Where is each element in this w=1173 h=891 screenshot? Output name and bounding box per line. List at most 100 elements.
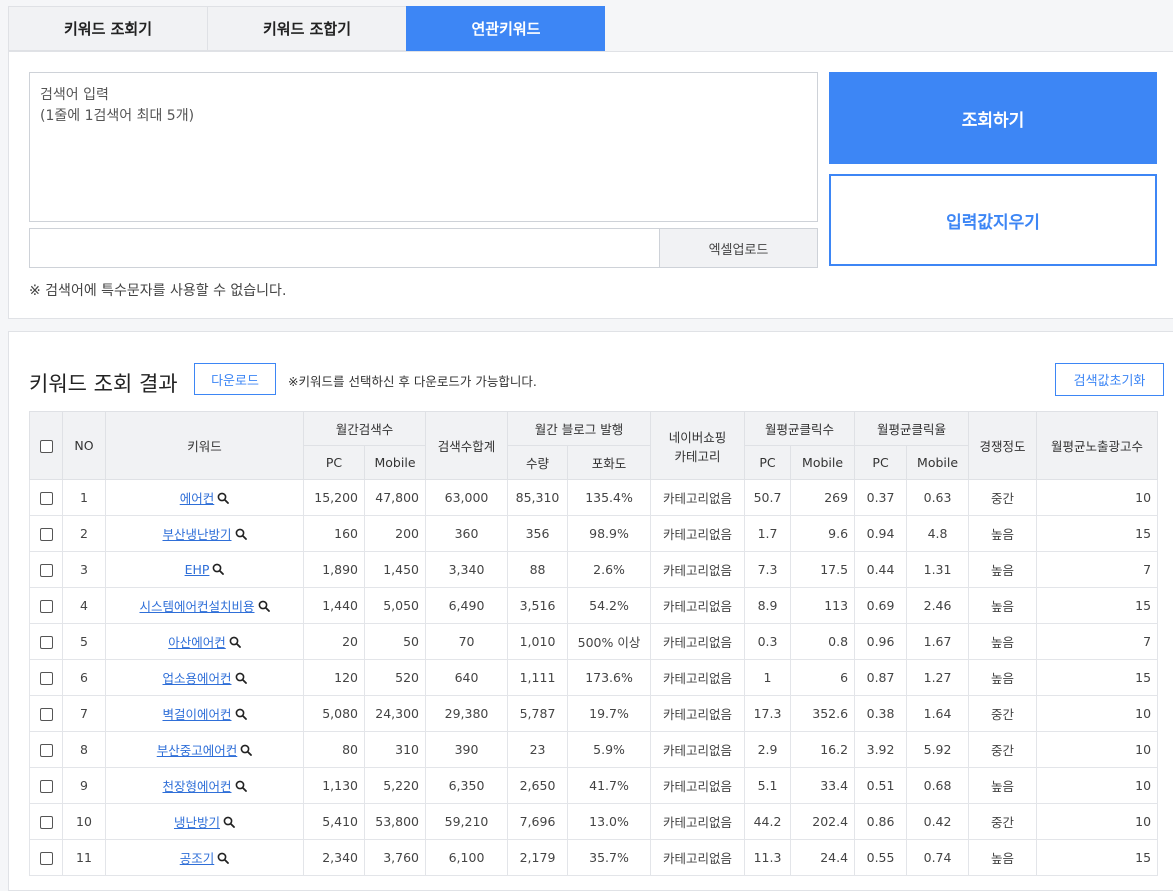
search-icon[interactable] [212,563,225,578]
ctr-pc-cell: 0.38 [854,695,908,732]
search-total-cell: 70 [425,623,509,660]
table-row[interactable]: 4 시스템에어컨설치비용 1,440 5,050 6,490 3,516 54.2% 카테고리… [29,587,1159,624]
header-blog-posts: 월간 블로그 발행 [507,411,652,446]
search-icon[interactable] [229,636,241,651]
header-clicks-pc: PC [744,445,792,480]
search-mobile-cell: 200 [363,515,427,552]
table-row[interactable]: 11 공조기 2,340 3,760 6,100 2,179 35.7% 카테고리없음 11.3… [29,839,1159,876]
table-row[interactable]: 8 부산중고에어컨 80 310 390 23 5.9% 카테고리없음 2.9 16.2 3.92 5… [29,731,1159,768]
row-checkbox[interactable] [39,780,53,793]
search-pc-cell: 80 [303,731,365,768]
results-title: 키워드 조회 결과 [29,372,178,396]
competition-cell: 높음 [968,587,1038,624]
keyword-link[interactable]: 부산냉난방기 [162,527,231,542]
row-select-cell [29,839,63,876]
row-no-cell: 3 [62,551,106,588]
download-button[interactable]: 다운로드 [194,363,276,395]
search-icon[interactable] [258,600,270,615]
row-checkbox[interactable] [39,672,53,685]
blog-count-cell: 1,111 [507,659,569,696]
saturation-cell: 35.7% [567,839,652,876]
reset-search-button[interactable]: 검색값초기화 [1055,363,1164,396]
search-mobile-cell: 310 [363,731,427,768]
tab-keyword-combiner[interactable]: 키워드 조합기 [207,6,406,51]
clicks-mobile-cell: 269 [790,479,856,516]
row-no-cell: 4 [62,587,106,624]
table-row[interactable]: 2 부산냉난방기 160 200 360 356 98.9% 카테고리없음 1.7 9.6 0.94… [29,515,1159,552]
row-no-cell: 2 [62,515,106,552]
search-icon[interactable] [217,492,230,507]
table-row[interactable]: 10 냉난방기 5,410 53,800 59,210 7,696 13.0% 카테고리없음 4… [29,803,1159,840]
category-cell: 카테고리없음 [650,515,746,552]
search-icon[interactable] [235,672,247,687]
keyword-link[interactable]: 부산중고에어컨 [157,743,238,758]
table-row[interactable]: 7 벽걸이에어컨 5,080 24,300 29,380 5,787 19.7% 카테고리없음… [29,695,1159,732]
search-mobile-cell: 50 [363,623,427,660]
header-monthly-search: 월간검색수 [302,411,427,446]
row-checkbox[interactable] [39,852,53,865]
competition-cell: 높음 [968,551,1038,588]
tab-related-keywords[interactable]: 연관키워드 [406,6,605,51]
ads-count-cell: 15 [1036,839,1159,876]
search-icon[interactable] [217,852,230,867]
clicks-pc-cell: 2.9 [744,731,792,768]
row-checkbox[interactable] [39,744,53,757]
header-ctr-pc: PC [854,445,908,480]
table-row[interactable]: 3 EHP 1,890 1,450 3,340 88 2.6% 카테고리없음 7.3 17.5 0.… [29,551,1159,588]
select-all-checkbox[interactable] [39,440,53,453]
table-row[interactable]: 9 천장형에어컨 1,130 5,220 6,350 2,650 41.7% 카테고리없음 5.… [29,767,1159,804]
search-icon[interactable] [235,528,247,543]
header-avg-clicks: 월평균클릭수 [744,411,856,446]
clicks-pc-cell: 1.7 [744,515,792,552]
row-checkbox[interactable] [39,708,53,721]
row-checkbox[interactable] [39,816,53,829]
header-no: NO [62,411,106,480]
clear-input-button[interactable]: 입력값지우기 [829,174,1157,266]
table-row[interactable]: 6 업소용에어컨 120 520 640 1,111 173.6% 카테고리없음 1 6 0.87 1… [29,659,1159,696]
keyword-textarea[interactable]: 검색어 입력 (1줄에 1검색어 최대 5개) [29,72,818,222]
search-mobile-cell: 1,450 [363,551,427,588]
search-pc-cell: 20 [303,623,365,660]
ads-count-cell: 15 [1036,515,1159,552]
download-notice: ※키워드를 선택하신 후 다운로드가 가능합니다. [288,374,537,389]
saturation-cell: 135.4% [567,479,652,516]
keyword-link[interactable]: EHP [185,562,210,577]
row-checkbox[interactable] [39,492,53,505]
search-icon[interactable] [240,744,253,759]
tab-keyword-lookup[interactable]: 키워드 조회기 [8,6,207,51]
excel-upload-button[interactable]: 엑셀업로드 [659,229,817,267]
table-row[interactable]: 1 에어컨 15,200 47,800 63,000 85,310 135.4% 카테고리없음… [29,479,1159,516]
row-no-cell: 10 [62,803,106,840]
search-icon[interactable] [223,816,235,831]
clicks-mobile-cell: 113 [790,587,856,624]
keyword-link[interactable]: 천장형에어컨 [162,779,231,794]
keyword-link[interactable]: 아산에어컨 [168,635,226,650]
search-icon[interactable] [235,780,247,795]
keyword-link[interactable]: 시스템에어컨설치비용 [139,599,254,614]
competition-cell: 높음 [968,659,1038,696]
keyword-link[interactable]: 공조기 [180,851,215,866]
keyword-link[interactable]: 벽걸이에어컨 [162,707,231,722]
row-checkbox[interactable] [39,564,53,577]
row-checkbox[interactable] [39,636,53,649]
row-checkbox[interactable] [39,600,53,613]
search-total-cell: 59,210 [425,803,509,840]
keyword-link[interactable]: 업소용에어컨 [162,671,231,686]
saturation-cell: 5.9% [567,731,652,768]
header-naver-shopping: 네이버쇼핑 [668,429,727,445]
header-ctr-mobile: Mobile [906,445,970,480]
keyword-link[interactable]: 에어컨 [180,491,215,506]
excel-file-field[interactable]: 엑셀업로드 [29,228,818,268]
table-row[interactable]: 5 아산에어컨 20 50 70 1,010 500% 이상 카테고리없음 0.3 0.8 0.96… [29,623,1159,660]
ctr-mobile-cell: 0.74 [906,839,970,876]
ctr-pc-cell: 0.94 [854,515,908,552]
search-pc-cell: 2,340 [303,839,365,876]
search-mobile-cell: 5,050 [363,587,427,624]
search-button[interactable]: 조회하기 [829,72,1157,164]
keyword-link[interactable]: 냉난방기 [174,815,220,830]
competition-cell: 높음 [968,623,1038,660]
row-select-cell [29,587,63,624]
row-checkbox[interactable] [39,528,53,541]
row-no-cell: 6 [62,659,106,696]
search-icon[interactable] [235,708,247,723]
